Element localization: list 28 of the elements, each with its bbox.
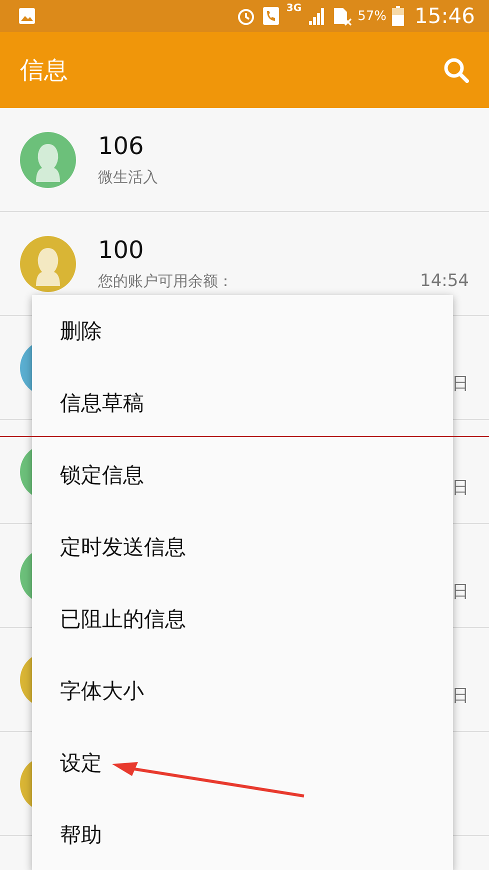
network-type: 3G: [286, 3, 302, 14]
menu-item[interactable]: 帮助: [32, 799, 453, 870]
app-title: 信息: [20, 55, 68, 86]
battery-icon: [392, 6, 404, 26]
message-time: 日: [452, 685, 469, 707]
menu-item[interactable]: 锁定信息: [32, 439, 453, 511]
message-preview: 微生活入: [98, 168, 159, 187]
image-icon: [18, 7, 36, 25]
message-time: 日: [452, 373, 469, 395]
alarm-clock-icon: [236, 6, 256, 26]
menu-item[interactable]: 已阻止的信息: [32, 583, 453, 655]
menu-item[interactable]: 字体大小: [32, 655, 453, 727]
search-icon[interactable]: [443, 57, 469, 83]
contact-name: 106: [98, 132, 145, 160]
message-time: 14:54: [420, 271, 469, 291]
message-time: 日: [452, 477, 469, 499]
message-preview: 您的账户可用余额：: [98, 272, 234, 291]
signal-icon: [308, 7, 326, 25]
phone-icon: [262, 6, 280, 26]
menu-item[interactable]: 定时发送信息: [32, 511, 453, 583]
menu-item[interactable]: 设定: [32, 727, 453, 799]
no-sim-icon: [332, 6, 352, 26]
menu-item[interactable]: 信息草稿: [32, 367, 453, 439]
message-time: 日: [452, 581, 469, 603]
clock: 15:46: [414, 4, 475, 28]
conversation-item[interactable]: 106 微生活入: [0, 108, 489, 212]
battery-percent: 57%: [358, 8, 386, 24]
contact-name: 100: [98, 236, 145, 264]
